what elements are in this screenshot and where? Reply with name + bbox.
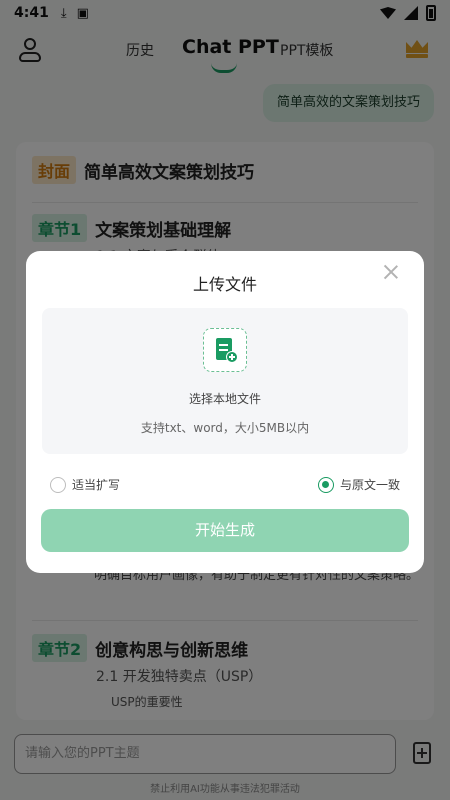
option-expand[interactable]: 适当扩写 <box>50 476 120 493</box>
select-local-file-label[interactable]: 选择本地文件 <box>42 390 408 407</box>
option-expand-label: 适当扩写 <box>72 478 121 492</box>
close-icon[interactable] <box>382 263 400 281</box>
file-support-hint: 支持txt、word，大小5MB以内 <box>140 421 310 435</box>
option-same-as-original[interactable]: 与原文一致 <box>318 476 400 493</box>
file-drop-zone[interactable]: 选择本地文件 支持txt、word，大小5MB以内 <box>42 308 408 454</box>
file-add-icon[interactable] <box>203 328 247 372</box>
option-same-label: 与原文一致 <box>340 478 401 492</box>
start-generate-button[interactable]: 开始生成 <box>41 509 409 552</box>
radio-checked-icon[interactable] <box>318 476 334 493</box>
radio-unchecked-icon[interactable] <box>50 476 66 493</box>
modal-title: 上传文件 <box>192 275 257 294</box>
upload-file-modal: 上传文件 选择本地文件 支持txt、word，大小5MB以内 适当扩写 与原文一… <box>26 251 424 573</box>
